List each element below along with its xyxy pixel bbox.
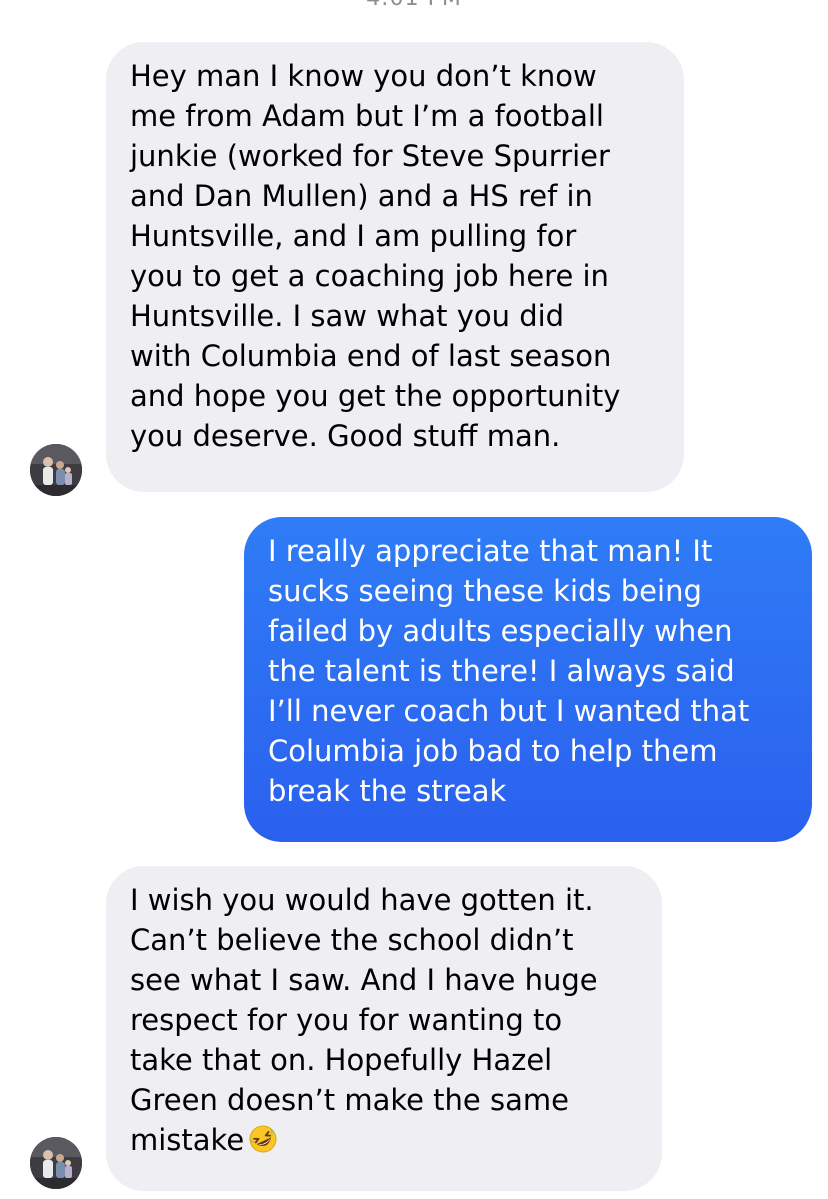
message-line: the talent is there! I always said (268, 654, 735, 688)
message-line: with Columbia end of last season (130, 339, 612, 373)
contact-avatar[interactable] (30, 444, 82, 496)
message-line: see what I saw. And I have huge (130, 963, 598, 997)
message-bubble-outgoing[interactable]: I really appreciate that man! It sucks s… (244, 517, 812, 842)
message-bubble-incoming[interactable]: Hey man I know you don’t know me from Ad… (106, 42, 684, 492)
message-line: Hey man I know you don’t know (130, 59, 597, 93)
message-row-outgoing: I really appreciate that man! It sucks s… (0, 517, 828, 842)
message-line: and Dan Mullen) and a HS ref in (130, 179, 593, 213)
message-line: I really appreciate that man! It (268, 534, 713, 568)
message-line: Columbia job bad to help them (268, 734, 718, 768)
message-line: junkie (worked for Steve Spurrier (130, 139, 610, 173)
message-line: take that on. Hopefully Hazel (130, 1043, 553, 1077)
message-line-last: mistake (130, 1120, 642, 1160)
message-line: respect for you for wanting to (130, 1003, 563, 1037)
message-line: mistake (130, 1123, 245, 1157)
rolling-on-floor-laughing-emoji-icon (248, 1124, 278, 1154)
contact-avatar-photo (30, 1137, 82, 1189)
message-line: I wish you would have gotten it. (130, 883, 594, 917)
message-line: I’ll never coach but I wanted that (268, 694, 750, 728)
message-line: and hope you get the opportunity (130, 379, 621, 413)
message-line: Huntsville, and I am pulling for (130, 219, 577, 253)
message-line: Huntsville. I saw what you did (130, 299, 565, 333)
message-row-incoming: Hey man I know you don’t know me from Ad… (0, 42, 828, 496)
message-bubble-incoming[interactable]: I wish you would have gotten it. Can’t b… (106, 866, 662, 1191)
message-timestamp: 4:01 PM (0, 0, 828, 11)
message-line: Green doesn’t make the same (130, 1083, 569, 1117)
message-line: you deserve. Good stuff man. (130, 419, 561, 453)
message-line: failed by adults especially when (268, 614, 733, 648)
message-line: sucks seeing these kids being (268, 574, 702, 608)
contact-avatar-photo (30, 444, 82, 496)
contact-avatar[interactable] (30, 1137, 82, 1189)
message-row-incoming: I wish you would have gotten it. Can’t b… (0, 866, 828, 1199)
message-line: me from Adam but I’m a football (130, 99, 604, 133)
message-line: Can’t believe the school didn’t (130, 923, 574, 957)
message-line: you to get a coaching job here in (130, 259, 609, 293)
message-line: break the streak (268, 774, 507, 808)
